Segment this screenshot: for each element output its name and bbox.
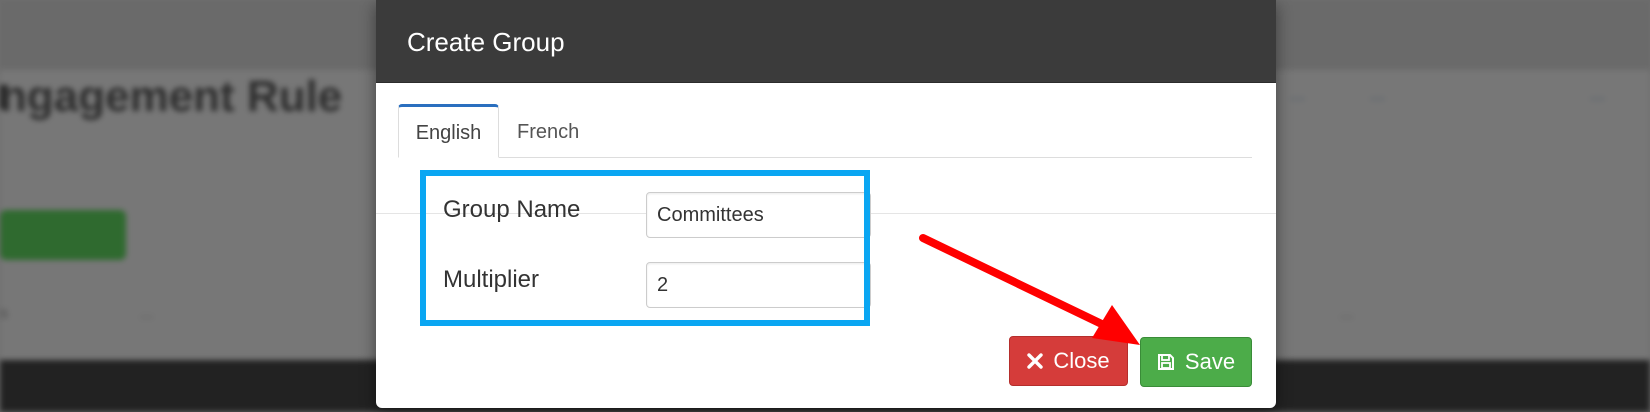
tab-french[interactable]: French — [499, 104, 597, 157]
floppy-disk-icon — [1157, 353, 1175, 371]
background-link: ... — [1290, 84, 1306, 104]
x-icon — [1027, 353, 1044, 369]
save-button-label: Save — [1184, 349, 1236, 374]
background-text: ... — [140, 305, 154, 322]
background-link: ... — [1590, 84, 1606, 104]
close-button[interactable]: Close — [1009, 336, 1128, 386]
background-text: ... — [1340, 305, 1354, 322]
language-tabs: English French — [398, 104, 1252, 158]
close-button-label: Close — [1053, 348, 1110, 373]
tab-english[interactable]: English — [398, 104, 499, 158]
background-green-button — [0, 210, 126, 260]
group-name-label: Group Name — [443, 196, 581, 223]
save-button[interactable]: Save — [1140, 337, 1252, 387]
modal-title: Create Group — [407, 27, 565, 57]
background-heading: ngagement Rule — [0, 72, 343, 121]
create-group-modal: Create Group English French Group Name M… — [376, 0, 1276, 408]
background-text: s — [0, 305, 8, 322]
multiplier-label: Multiplier — [443, 266, 540, 293]
multiplier-input[interactable] — [646, 262, 871, 308]
background-link: ... — [1370, 84, 1386, 104]
modal-header: Create Group — [376, 0, 1276, 83]
group-name-input[interactable] — [646, 192, 871, 238]
